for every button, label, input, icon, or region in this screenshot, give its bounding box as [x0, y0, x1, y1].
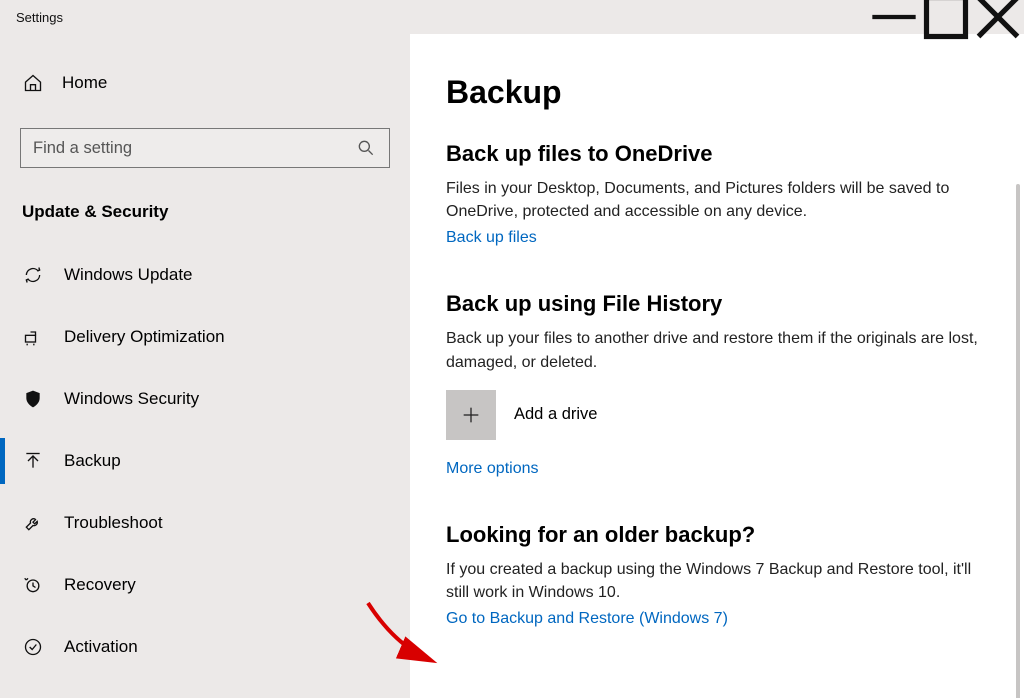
plus-icon — [446, 390, 496, 440]
sidebar-item-label: Troubleshoot — [64, 513, 163, 533]
home-icon — [22, 72, 44, 94]
backup-restore-win7-link[interactable]: Go to Backup and Restore (Windows 7) — [446, 610, 728, 627]
add-drive-button[interactable]: Add a drive — [446, 390, 994, 440]
more-options-link[interactable]: More options — [446, 460, 539, 477]
sidebar-item-home[interactable]: Home — [0, 54, 410, 112]
section-heading: Back up files to OneDrive — [446, 141, 994, 167]
sidebar-item-label: Activation — [64, 637, 138, 657]
sidebar-item-backup[interactable]: Backup — [0, 430, 410, 492]
sidebar-category: Update & Security — [0, 168, 410, 244]
backup-icon — [22, 450, 44, 472]
wrench-icon — [22, 512, 44, 534]
search-field[interactable] — [33, 139, 355, 158]
section-file-history: Back up using File History Back up your … — [446, 291, 994, 477]
sidebar-item-windows-update[interactable]: Windows Update — [0, 244, 410, 306]
sidebar-item-recovery[interactable]: Recovery — [0, 554, 410, 616]
section-heading: Back up using File History — [446, 291, 994, 317]
sidebar-item-label: Recovery — [64, 575, 136, 595]
section-older-backup: Looking for an older backup? If you crea… — [446, 522, 994, 628]
sidebar-item-activation[interactable]: Activation — [0, 616, 410, 678]
window-title: Settings — [16, 10, 63, 25]
sidebar-item-delivery-optimization[interactable]: Delivery Optimization — [0, 306, 410, 368]
search-icon — [355, 137, 377, 159]
section-heading: Looking for an older backup? — [446, 522, 994, 548]
add-drive-label: Add a drive — [514, 405, 597, 424]
sidebar-item-label: Backup — [64, 451, 121, 471]
sidebar-item-label: Windows Security — [64, 389, 199, 409]
section-description: Back up your files to another drive and … — [446, 327, 994, 373]
search-input[interactable] — [20, 128, 390, 168]
recovery-icon — [22, 574, 44, 596]
maximize-button[interactable] — [920, 0, 972, 34]
section-description: Files in your Desktop, Documents, and Pi… — [446, 177, 994, 223]
home-label: Home — [62, 73, 107, 93]
page-title: Backup — [446, 74, 994, 111]
minimize-button[interactable] — [868, 0, 920, 34]
activation-icon — [22, 636, 44, 658]
back-up-files-link[interactable]: Back up files — [446, 229, 537, 246]
sidebar-item-label: Windows Update — [64, 265, 193, 285]
section-onedrive: Back up files to OneDrive Files in your … — [446, 141, 994, 247]
shield-icon — [22, 388, 44, 410]
sync-icon — [22, 264, 44, 286]
section-description: If you created a backup using the Window… — [446, 558, 994, 604]
close-button[interactable] — [972, 0, 1024, 34]
sidebar-item-troubleshoot[interactable]: Troubleshoot — [0, 492, 410, 554]
content-pane: Backup Back up files to OneDrive Files i… — [410, 34, 1024, 698]
scrollbar[interactable] — [1016, 184, 1020, 698]
window-controls — [868, 0, 1024, 34]
sidebar: Home Update & Security Windows Update — [0, 34, 410, 698]
sidebar-item-windows-security[interactable]: Windows Security — [0, 368, 410, 430]
titlebar: Settings — [0, 0, 1024, 34]
delivery-icon — [22, 326, 44, 348]
sidebar-item-label: Delivery Optimization — [64, 327, 225, 347]
